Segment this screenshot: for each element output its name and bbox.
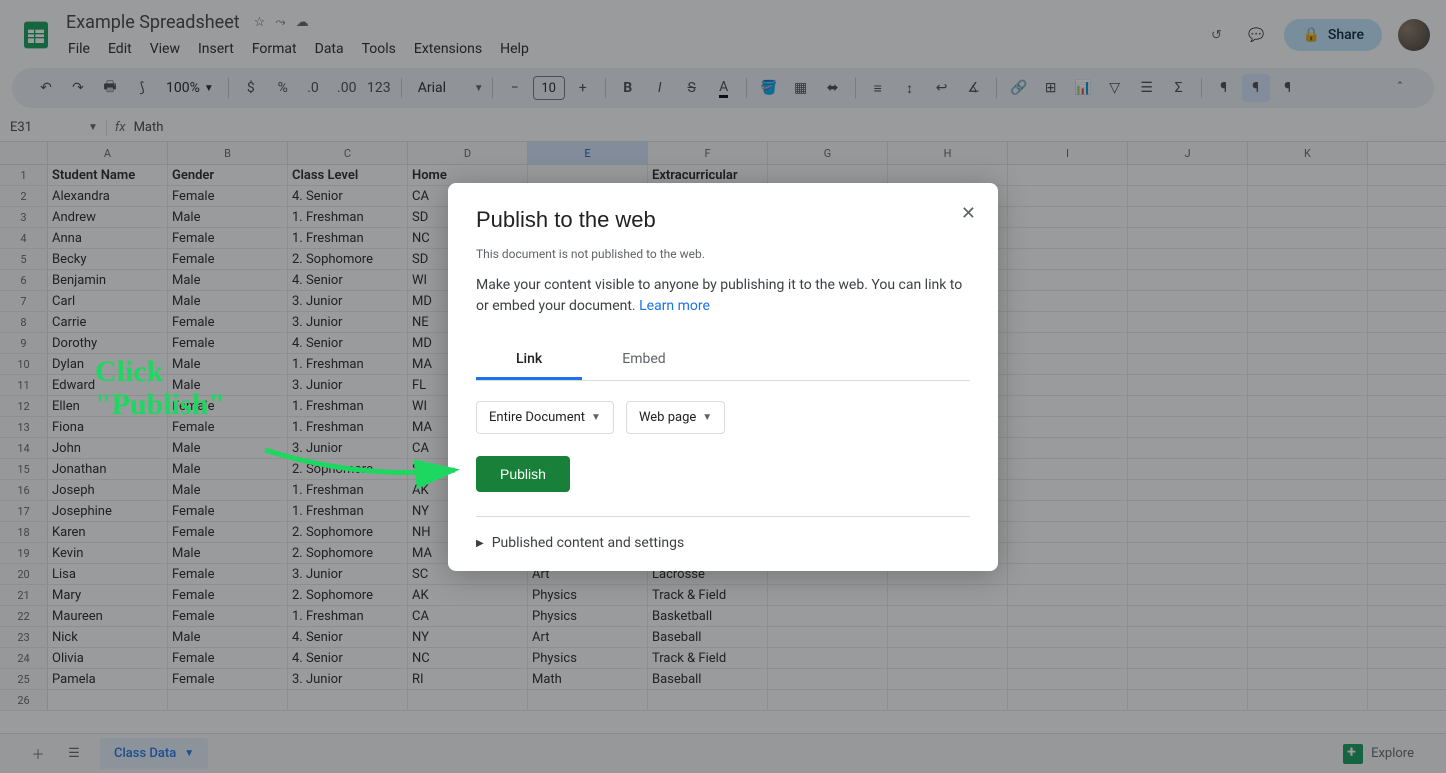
publish-button[interactable]: Publish	[476, 456, 570, 492]
learn-more-link[interactable]: Learn more	[639, 298, 710, 314]
chevron-down-icon: ▼	[702, 412, 712, 423]
close-button[interactable]: ✕	[961, 203, 976, 224]
publish-dialog: Publish to the web ✕ This document is no…	[448, 183, 998, 571]
chevron-down-icon: ▼	[591, 412, 601, 423]
caret-right-icon: ▶	[476, 538, 484, 549]
publish-scope-select[interactable]: Entire Document▼	[476, 401, 614, 434]
published-settings-expander[interactable]: ▶ Published content and settings	[476, 535, 970, 551]
dialog-subtext: This document is not published to the we…	[476, 247, 970, 261]
tab-link[interactable]: Link	[476, 341, 582, 380]
publish-format-select[interactable]: Web page▼	[626, 401, 725, 434]
tab-embed[interactable]: Embed	[582, 341, 705, 380]
dialog-description: Make your content visible to anyone by p…	[476, 275, 970, 317]
dialog-tabs: Link Embed	[476, 341, 970, 381]
dialog-title: Publish to the web	[476, 207, 970, 233]
